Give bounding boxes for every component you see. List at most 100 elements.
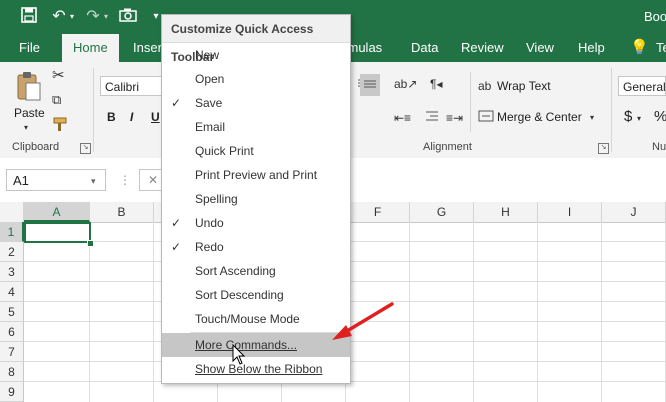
menu-item-quick-print[interactable]: Quick Print — [162, 139, 350, 163]
menu-item-label: Redo — [195, 240, 224, 254]
row-header-9[interactable]: 9 — [0, 382, 24, 402]
menu-item-label: Open — [195, 72, 225, 86]
grid-line — [409, 222, 410, 402]
menu-item-redo[interactable]: ✓ Redo — [162, 235, 350, 259]
checkmark-icon: ✓ — [171, 240, 182, 254]
column-header-i[interactable]: I — [538, 202, 602, 222]
menu-item-label: Print Preview and Print — [195, 168, 318, 182]
tab-review[interactable]: Review — [461, 34, 504, 62]
row-header-7[interactable]: 7 — [0, 342, 24, 362]
redo-icon[interactable]: ↷ — [84, 7, 102, 27]
ribbon-separator — [93, 68, 94, 152]
grid-line — [601, 222, 602, 402]
column-header-b[interactable]: B — [90, 202, 154, 222]
menu-item-open[interactable]: Open — [162, 67, 350, 91]
selected-cell-a1[interactable] — [24, 222, 91, 243]
menu-title: Customize Quick Access Toolbar — [162, 15, 350, 64]
row-header-4[interactable]: 4 — [0, 282, 24, 302]
align-bottom-icon[interactable] — [360, 74, 380, 96]
italic-button[interactable]: I — [130, 110, 133, 124]
ribbon-separator — [611, 68, 612, 152]
alignment-group-label: Alignment — [423, 141, 472, 153]
number-group-label: Nu — [652, 141, 666, 153]
paste-label[interactable]: Paste — [14, 106, 45, 120]
checkmark-icon: ✓ — [171, 96, 182, 110]
menu-item-print-preview[interactable]: Print Preview and Print — [162, 163, 350, 187]
tab-view[interactable]: View — [526, 34, 554, 62]
merge-center-icon[interactable] — [478, 109, 494, 127]
menu-item-sort-ascending[interactable]: Sort Ascending — [162, 259, 350, 283]
increase-indent-icon[interactable]: ≡⇥ — [446, 110, 463, 126]
menu-item-label: Spelling — [195, 192, 238, 206]
menu-item-label: Quick Print — [195, 144, 254, 158]
percent-button[interactable]: % — [654, 108, 666, 125]
camera-icon[interactable] — [118, 7, 138, 27]
menu-item-email[interactable]: Email — [162, 115, 350, 139]
tab-data[interactable]: Data — [411, 34, 438, 62]
menu-item-label: Show Below the Ribbon — [195, 362, 323, 376]
wrap-text-button[interactable]: Wrap Text — [497, 79, 551, 93]
undo-icon[interactable]: ↶ — [50, 7, 68, 27]
row-header-3[interactable]: 3 — [0, 262, 24, 282]
indent-rtl-icon[interactable]: ¶◂ — [430, 76, 442, 92]
merge-dropdown-icon[interactable]: ▾ — [590, 110, 594, 126]
menu-item-show-below-ribbon[interactable]: Show Below the Ribbon — [162, 357, 350, 381]
menu-item-new[interactable]: New — [162, 43, 350, 67]
align-right-icon[interactable] — [424, 110, 440, 126]
row-header-6[interactable]: 6 — [0, 322, 24, 342]
row-header-5[interactable]: 5 — [0, 302, 24, 322]
paste-dropdown-icon[interactable]: ▾ — [24, 120, 28, 136]
formula-bar-menu-icon[interactable]: ⋮ — [119, 172, 131, 188]
underline-button[interactable]: U — [151, 110, 160, 124]
row-header-1[interactable]: 1 — [0, 222, 24, 242]
font-name-box[interactable]: Calibri — [100, 76, 166, 96]
cut-icon[interactable]: ✂ — [52, 68, 65, 84]
copy-icon[interactable]: ⧉ — [52, 92, 61, 108]
tab-home[interactable]: Home — [62, 34, 119, 62]
lightbulb-icon[interactable]: 💡 — [630, 34, 649, 62]
wrap-text-icon[interactable]: ab — [478, 78, 491, 94]
checkmark-icon: ✓ — [171, 216, 182, 230]
currency-dropdown-icon[interactable]: ▾ — [637, 111, 641, 127]
bold-button[interactable]: B — [107, 110, 116, 124]
orientation-icon[interactable]: ab↗ — [394, 76, 417, 92]
menu-item-label: Sort Ascending — [195, 264, 276, 278]
menu-item-label: Undo — [195, 216, 224, 230]
merge-center-button[interactable]: Merge & Center — [497, 110, 582, 124]
select-all-corner[interactable] — [0, 202, 24, 222]
ribbon-separator — [470, 72, 471, 132]
clipboard-launcher-icon[interactable]: ↘ — [80, 143, 91, 154]
row-header-8[interactable]: 8 — [0, 362, 24, 382]
grid-line — [473, 222, 474, 402]
name-box-dropdown-icon[interactable]: ▾ — [91, 173, 96, 189]
redo-dropdown-icon[interactable]: ▾ — [102, 7, 110, 27]
alignment-launcher-icon[interactable]: ↘ — [598, 143, 609, 154]
grid-line — [89, 222, 90, 402]
column-header-j[interactable]: J — [602, 202, 666, 222]
tab-tell-me[interactable]: Te — [656, 34, 666, 62]
menu-item-label: Touch/Mouse Mode — [195, 312, 300, 326]
column-header-f[interactable]: F — [346, 202, 410, 222]
menu-item-undo[interactable]: ✓ Undo — [162, 211, 350, 235]
menu-item-save[interactable]: ✓ Save — [162, 91, 350, 115]
column-header-h[interactable]: H — [474, 202, 538, 222]
decrease-indent-icon[interactable]: ⇤≡ — [394, 110, 411, 126]
format-painter-icon[interactable] — [52, 116, 70, 136]
tab-file[interactable]: File — [19, 34, 40, 62]
column-header-a[interactable]: A — [24, 202, 90, 222]
paste-icon[interactable] — [14, 70, 44, 105]
grid-line — [153, 222, 154, 402]
tab-help[interactable]: Help — [578, 34, 605, 62]
undo-dropdown-icon[interactable]: ▾ — [68, 7, 76, 27]
grid-line — [537, 222, 538, 402]
number-format-box[interactable]: General — [618, 76, 666, 96]
save-icon[interactable] — [20, 7, 38, 27]
column-header-g[interactable]: G — [410, 202, 474, 222]
cancel-icon[interactable]: ✕ — [148, 172, 158, 188]
menu-item-spelling[interactable]: Spelling — [162, 187, 350, 211]
red-arrow-annotation — [332, 302, 394, 340]
fill-handle[interactable] — [87, 240, 94, 247]
clipboard-group-label: Clipboard — [12, 141, 60, 153]
row-header-2[interactable]: 2 — [0, 242, 24, 262]
currency-button[interactable]: $ — [624, 108, 632, 125]
